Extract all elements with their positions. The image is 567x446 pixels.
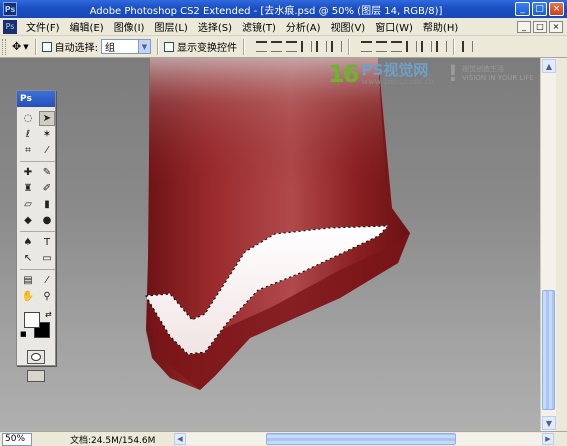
menu-window[interactable]: 窗口(W) [370,19,418,34]
document-size-info[interactable]: 文档:24.5M/154.6M [70,433,155,446]
distribute-right-icon[interactable] [435,41,447,52]
auto-select-label: 自动选择: [54,43,98,54]
path-select-icon[interactable]: ↖ [20,251,36,266]
logo-number: 16 [328,60,359,88]
lasso-icon[interactable]: ℓ [20,127,36,142]
distribute-top-icon[interactable] [360,41,372,52]
zoom-icon[interactable]: ⚲ [39,289,55,304]
close-button[interactable]: × [549,2,564,16]
auto-select-dropdown[interactable]: 组 ▼ [100,39,151,54]
menu-analysis[interactable]: 分析(A) [281,19,326,34]
align-hcenter-icon[interactable] [315,41,327,52]
marquee-icon[interactable]: ◌ [20,111,36,126]
zoom-field[interactable]: 50% [2,432,32,446]
menu-view[interactable]: 视图(V) [326,19,371,34]
distribute-bottom-icon[interactable] [390,41,402,52]
align-top-icon[interactable] [255,41,267,52]
doc-restore-button[interactable]: □ [533,20,547,33]
minimize-button[interactable]: _ [515,2,530,16]
move-tool-icon: ✥ [12,40,22,53]
distribute-left-icon[interactable] [405,41,417,52]
hand-icon[interactable]: ✋ [20,289,36,304]
crop-icon[interactable]: ⌗ [20,143,36,158]
align-bottom-icon[interactable] [285,41,297,52]
distribute-hcenter-icon[interactable] [420,41,432,52]
distribute-vcenter-icon[interactable] [375,41,387,52]
toolbox-header[interactable]: Ps [17,91,55,107]
photoshop-app-icon[interactable]: Ps [3,2,17,16]
scroll-up-icon[interactable]: ▲ [542,59,556,73]
magic-wand-icon[interactable]: ✶ [39,127,55,142]
menu-bar: Ps 文件(F) 编辑(E) 图像(I) 图层(L) 选择(S) 滤镜(T) 分… [0,18,567,36]
scroll-left-icon[interactable]: ◀ [174,433,186,445]
shape-icon[interactable]: ▭ [39,251,55,266]
slice-icon[interactable]: ⁄ [39,143,55,158]
foreground-color-swatch[interactable] [24,312,40,328]
logo-slogan-en: VISION IN YOUR LIFE [461,74,534,82]
eyedropper-icon[interactable]: ⁄ [39,273,55,288]
default-colors-icon[interactable]: ■ [20,330,27,338]
watermark-logo: 16 PS视觉网 www.16ps.com.cn ! 视觉创造生活 VISION… [328,60,534,88]
eraser-icon[interactable]: ▱ [20,197,36,212]
screen-mode-button[interactable] [27,370,45,382]
chevron-down-icon: ▼ [23,42,29,51]
color-swatches: ⇄ ■ [20,310,52,344]
move-icon[interactable]: ➤ [39,111,55,126]
vertical-scrollbar[interactable]: ▲ ▼ [540,58,556,431]
quick-mask-button[interactable] [27,350,45,364]
toolbox-panel: Ps ◌ ➤ ℓ ✶ ⌗ ⁄ ✚ ✎ ♜ ✐ ▱ ▮ ◆ ● ♠ T ↖ ▭ ▤… [16,90,56,382]
window-title: Adobe Photoshop CS2 Extended - [去水痕.psd … [89,5,443,17]
menu-layer[interactable]: 图层(L) [149,19,192,34]
horizontal-scroll-thumb[interactable] [266,433,456,445]
chevron-down-icon: ▼ [137,40,150,53]
swap-colors-icon[interactable]: ⇄ [45,310,52,319]
menu-filter[interactable]: 滤镜(T) [237,19,281,34]
gradient-icon[interactable]: ▮ [39,197,55,212]
doc-minimize-button[interactable]: _ [517,20,531,33]
dodge-icon[interactable]: ● [39,213,55,228]
menu-image[interactable]: 图像(I) [109,19,150,34]
scroll-down-icon[interactable]: ▼ [542,416,556,430]
logo-brand: PS视觉网 [361,60,429,79]
document-icon[interactable]: Ps [3,19,17,34]
align-left-icon[interactable] [300,41,312,52]
maximize-button[interactable]: □ [532,2,547,16]
auto-align-icon[interactable] [461,41,473,52]
type-icon[interactable]: T [39,235,55,250]
tool-preset-picker[interactable]: ✥ ▼ [12,40,29,53]
logo-url: www.16ps.com.cn [361,76,434,86]
show-transform-checkbox[interactable] [163,41,174,52]
notes-icon[interactable]: ▤ [20,273,36,288]
title-bar: Ps Adobe Photoshop CS2 Extended - [去水痕.p… [0,0,567,18]
align-right-icon[interactable] [330,41,342,52]
history-brush-icon[interactable]: ✐ [39,181,55,196]
show-transform-label: 显示变换控件 [176,43,237,54]
doc-close-button[interactable]: × [549,20,563,33]
options-bar: ✥ ▼ 自动选择: 组 ▼ 显示变换控件 [0,36,567,58]
status-bar: 50% 文档:24.5M/154.6M ▶ ◀ ▶ [0,431,567,446]
document-artwork [145,58,410,390]
options-grip[interactable] [2,38,6,55]
healing-brush-icon[interactable]: ✚ [20,165,36,180]
vertical-scroll-thumb[interactable] [542,290,555,410]
scroll-right-icon[interactable]: ▶ [542,433,554,445]
logo-slogan-cn: 视觉创造生活 [461,64,504,73]
menu-select[interactable]: 选择(S) [193,19,237,34]
clone-stamp-icon[interactable]: ♜ [20,181,36,196]
menu-file[interactable]: 文件(F) [21,19,65,34]
pen-icon[interactable]: ♠ [20,235,36,250]
logo-exclamation-icon: ! [447,61,458,87]
menu-help[interactable]: 帮助(H) [418,19,463,34]
blur-icon[interactable]: ◆ [20,213,36,228]
brush-icon[interactable]: ✎ [39,165,55,180]
align-vcenter-icon[interactable] [270,41,282,52]
horizontal-scrollbar[interactable]: ◀ ▶ [174,433,554,445]
auto-select-value: 组 [104,43,115,54]
auto-select-checkbox[interactable] [41,41,52,52]
menu-edit[interactable]: 编辑(E) [65,19,109,34]
